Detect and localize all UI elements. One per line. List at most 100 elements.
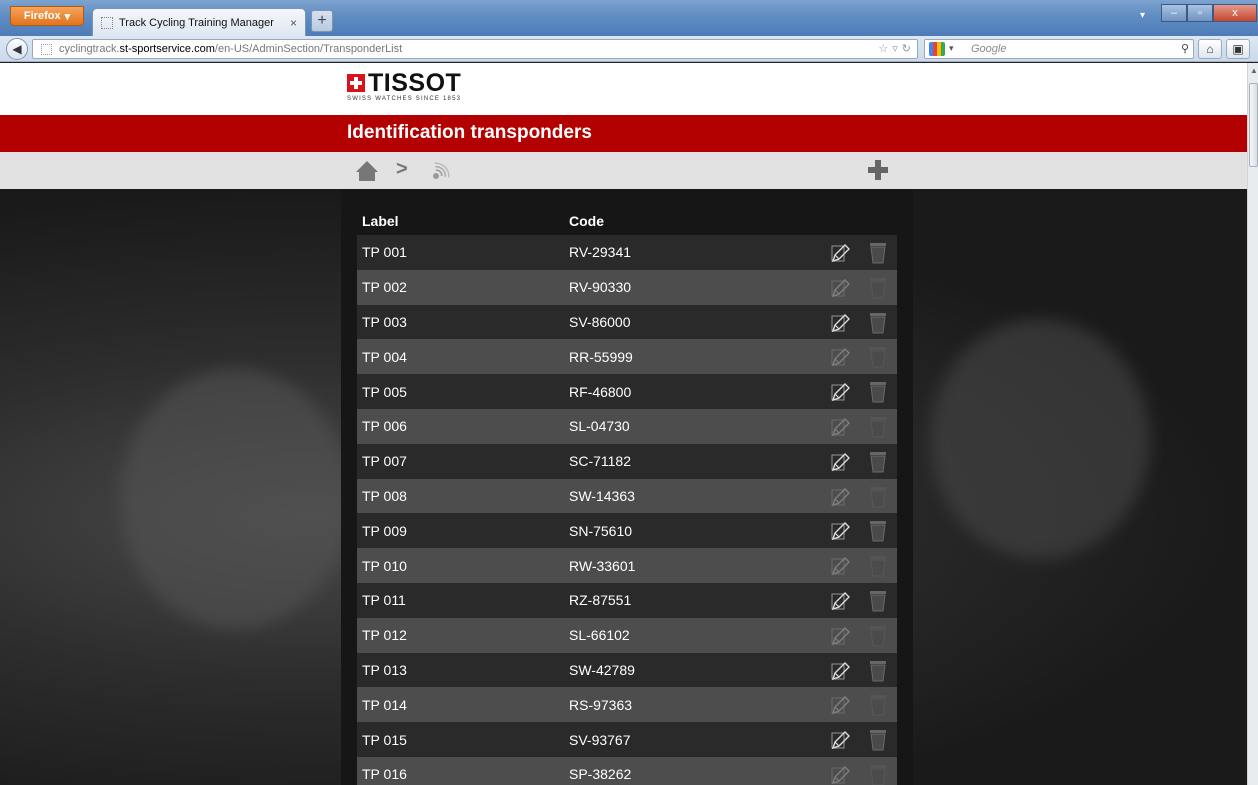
trash-icon[interactable] [869, 486, 887, 508]
trash-icon[interactable] [869, 277, 887, 299]
new-tab-button[interactable]: + [311, 10, 333, 32]
transponder-code: RS-97363 [569, 696, 633, 713]
edit-pencil-icon[interactable] [831, 695, 851, 715]
address-bar-tools: ☆ ▿ ↻ [878, 42, 911, 55]
edit-pencil-icon[interactable] [831, 591, 851, 611]
addon-button[interactable]: ▣ [1226, 39, 1250, 59]
history-dropdown-icon[interactable]: ▿ [892, 42, 898, 55]
breadcrumb-toolbar: > [0, 152, 1247, 189]
table-row: TP 003 SV-86000 [357, 304, 897, 340]
transponder-code: SV-93767 [569, 731, 631, 748]
addon-icon: ▣ [1232, 42, 1244, 56]
trash-icon[interactable] [869, 381, 887, 403]
edit-pencil-icon[interactable] [831, 382, 851, 402]
transponder-label: TP 005 [362, 383, 407, 400]
table-row: TP 013 SW-42789 [357, 652, 897, 688]
table-row: TP 016 SP-38262 [357, 756, 897, 785]
column-header-label: Label [362, 213, 399, 229]
table-row: TP 015 SV-93767 [357, 722, 897, 757]
trash-icon[interactable] [869, 416, 887, 438]
scroll-up-icon[interactable]: ▲ [1250, 66, 1258, 75]
transponder-code: SL-66102 [569, 627, 630, 644]
transponder-code: SL-04730 [569, 418, 630, 435]
page-favicon-icon [101, 16, 113, 29]
edit-pencil-icon[interactable] [831, 556, 851, 576]
transponder-code: RF-46800 [569, 383, 632, 400]
search-engine-icon[interactable] [929, 42, 945, 56]
scrollbar-thumb[interactable] [1249, 83, 1258, 167]
background-photo: Label Code TP 001 RV-29341 TP 002 RV-90330 T… [0, 189, 1247, 785]
trash-icon[interactable] [869, 729, 887, 751]
home-icon[interactable] [355, 160, 379, 182]
trash-icon[interactable] [869, 242, 887, 264]
transponder-code: RZ-87551 [569, 592, 632, 609]
table-row: TP 002 RV-90330 [357, 269, 897, 305]
trash-icon[interactable] [869, 694, 887, 716]
transponder-label: TP 013 [362, 661, 407, 678]
trash-icon[interactable] [869, 520, 887, 542]
transponder-code: SC-71182 [569, 453, 632, 470]
search-placeholder: Google [971, 43, 1007, 55]
trash-icon[interactable] [869, 660, 887, 682]
close-tab-icon[interactable]: × [290, 16, 297, 30]
page-title: Identification transponders [347, 122, 592, 143]
edit-pencil-icon[interactable] [831, 347, 851, 367]
swiss-cross-icon [347, 74, 365, 92]
logo-header: TISSOT SWISS WATCHES SINCE 1853 [0, 63, 1247, 115]
browser-tab[interactable]: Track Cycling Training Manager × [92, 8, 306, 36]
transponder-label: TP 012 [362, 627, 407, 644]
title-band: Identification transponders [0, 115, 1247, 152]
edit-pencil-icon[interactable] [831, 765, 851, 785]
tissot-logo: TISSOT SWISS WATCHES SINCE 1853 [347, 69, 462, 102]
tab-list-dropdown-icon[interactable]: ▾ [1140, 10, 1145, 21]
tab-title: Track Cycling Training Manager [119, 16, 274, 29]
minimize-button[interactable]: – [1161, 4, 1187, 22]
breadcrumb-separator: > [396, 158, 408, 180]
edit-pencil-icon[interactable] [831, 487, 851, 507]
browser-titlebar: Firefox ▾ Track Cycling Training Manager… [0, 0, 1258, 36]
trash-icon[interactable] [869, 764, 887, 785]
firefox-menu-button[interactable]: Firefox ▾ [10, 6, 84, 26]
page-scrollbar[interactable]: ▲ [1247, 63, 1258, 785]
transponder-label: TP 015 [362, 731, 407, 748]
plus-icon[interactable] [868, 160, 888, 180]
table-row: TP 001 RV-29341 [357, 235, 897, 270]
engine-dropdown-icon[interactable]: ▾ [949, 43, 954, 54]
edit-pencil-icon[interactable] [831, 730, 851, 750]
search-bar[interactable]: ▾ Google ⚲ [924, 39, 1194, 59]
trash-icon[interactable] [869, 312, 887, 334]
edit-pencil-icon[interactable] [831, 278, 851, 298]
transponder-code: RV-29341 [569, 244, 632, 261]
trash-icon[interactable] [869, 555, 887, 577]
web-page: TISSOT SWISS WATCHES SINCE 1853 Identifi… [0, 63, 1247, 785]
transponder-icon[interactable] [428, 157, 456, 183]
transponder-label: TP 010 [362, 557, 407, 574]
address-bar[interactable]: cyclingtrack. st-sportservice.com/en-US/A… [32, 39, 918, 59]
logo-wordmark: TISSOT [368, 69, 462, 97]
edit-pencil-icon[interactable] [831, 521, 851, 541]
back-button[interactable]: ◀ [6, 38, 28, 60]
bookmark-star-icon[interactable]: ☆ [878, 42, 888, 55]
transponder-label: TP 006 [362, 418, 407, 435]
trash-icon[interactable] [869, 625, 887, 647]
table-row: TP 008 SW-14363 [357, 478, 897, 514]
maximize-button[interactable]: ▫ [1187, 4, 1213, 22]
search-magnifier-icon[interactable]: ⚲ [1181, 42, 1189, 55]
edit-pencil-icon[interactable] [831, 313, 851, 333]
reload-icon[interactable]: ↻ [902, 42, 911, 55]
trash-icon[interactable] [869, 590, 887, 612]
edit-pencil-icon[interactable] [831, 417, 851, 437]
transponder-code: SW-42789 [569, 661, 635, 678]
browser-home-button[interactable]: ⌂ [1198, 39, 1222, 59]
edit-pencil-icon[interactable] [831, 243, 851, 263]
edit-pencil-icon[interactable] [831, 626, 851, 646]
trash-icon[interactable] [869, 346, 887, 368]
trash-icon[interactable] [869, 451, 887, 473]
transponder-label: TP 002 [362, 279, 407, 296]
edit-pencil-icon[interactable] [831, 452, 851, 472]
edit-pencil-icon[interactable] [831, 661, 851, 681]
window-controls: – ▫ x [1161, 4, 1257, 24]
close-window-button[interactable]: x [1213, 4, 1257, 22]
site-identity-icon[interactable] [41, 44, 52, 55]
transponder-code: RV-90330 [569, 279, 632, 296]
